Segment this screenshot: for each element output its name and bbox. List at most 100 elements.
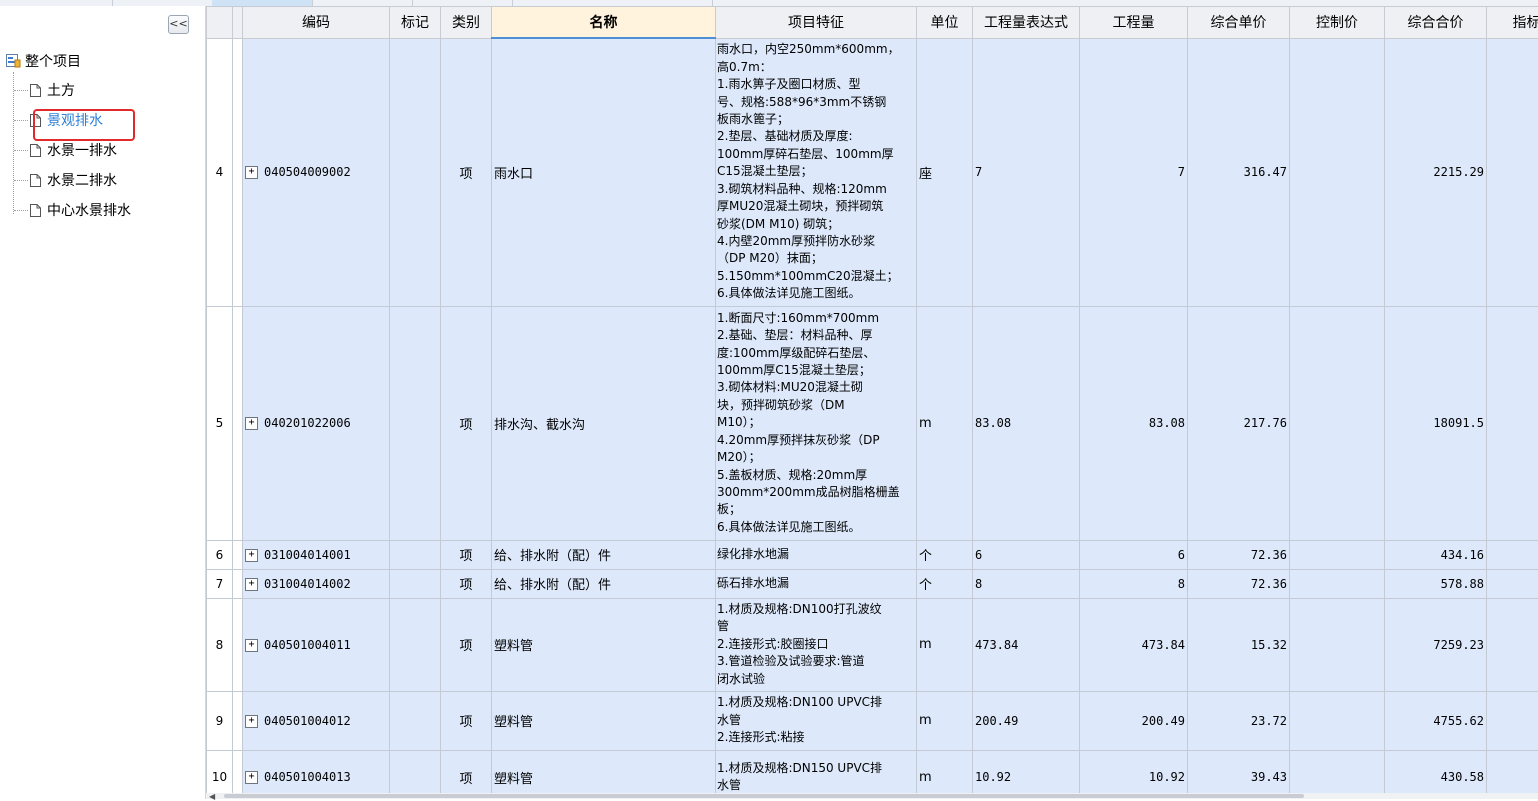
- expand-row-icon[interactable]: +: [245, 639, 258, 652]
- header-unit[interactable]: 单位: [917, 7, 973, 39]
- cell-name[interactable]: 塑料管: [492, 750, 716, 793]
- cell-unit-price[interactable]: 316.47: [1188, 38, 1290, 306]
- cell-code[interactable]: +031004014001: [243, 540, 390, 569]
- cell-mark[interactable]: [390, 691, 441, 750]
- expand-row-icon[interactable]: +: [245, 417, 258, 430]
- cell-control-price[interactable]: [1290, 540, 1385, 569]
- header-code[interactable]: 编码: [243, 7, 390, 39]
- cell-unit-price[interactable]: 39.43: [1188, 750, 1290, 793]
- cell-indicator[interactable]: [1487, 540, 1538, 569]
- cell-feature[interactable]: 绿化排水地漏: [716, 540, 917, 569]
- cell-indicator[interactable]: [1487, 691, 1538, 750]
- tree-item-earthwork[interactable]: 土方: [14, 79, 75, 101]
- cell-total-price[interactable]: 430.58: [1385, 750, 1487, 793]
- cell-indicator[interactable]: [1487, 750, 1538, 793]
- cell-unit-price[interactable]: 72.36: [1188, 569, 1290, 598]
- cell-feature[interactable]: 1.材质及规格:DN150 UPVC排水管: [716, 750, 917, 793]
- table-row[interactable]: 8+040501004011项塑料管1.材质及规格:DN100打孔波纹管2.连接…: [207, 598, 1538, 691]
- cell-control-price[interactable]: [1290, 569, 1385, 598]
- table-row[interactable]: 9+040501004012项塑料管1.材质及规格:DN100 UPVC排水管2…: [207, 691, 1538, 750]
- cell-type[interactable]: 项: [441, 306, 492, 540]
- cell-indicator[interactable]: [1487, 306, 1538, 540]
- header-control-price[interactable]: 控制价: [1290, 7, 1385, 39]
- cell-type[interactable]: 项: [441, 540, 492, 569]
- cell-unit-price[interactable]: 217.76: [1188, 306, 1290, 540]
- cell-quantity-expression[interactable]: 83.08: [973, 306, 1080, 540]
- header-name[interactable]: 名称: [492, 7, 716, 39]
- cell-type[interactable]: 项: [441, 38, 492, 306]
- cell-control-price[interactable]: [1290, 38, 1385, 306]
- cell-control-price[interactable]: [1290, 691, 1385, 750]
- cell-control-price[interactable]: [1290, 598, 1385, 691]
- cell-quantity[interactable]: 83.08: [1080, 306, 1188, 540]
- expand-row-icon[interactable]: +: [245, 771, 258, 784]
- cell-mark[interactable]: [390, 569, 441, 598]
- tree-item-waterscape-2-drainage[interactable]: 水景二排水: [14, 169, 117, 191]
- cell-code[interactable]: +040501004013: [243, 750, 390, 793]
- cell-unit[interactable]: m: [917, 598, 973, 691]
- cell-feature[interactable]: 1.材质及规格:DN100 UPVC排水管2.连接形式:粘接: [716, 691, 917, 750]
- cell-unit[interactable]: 个: [917, 540, 973, 569]
- cell-quantity-expression[interactable]: 6: [973, 540, 1080, 569]
- cell-unit-price[interactable]: 15.32: [1188, 598, 1290, 691]
- cell-type[interactable]: 项: [441, 750, 492, 793]
- cell-total-price[interactable]: 434.16: [1385, 540, 1487, 569]
- cell-quantity[interactable]: 6: [1080, 540, 1188, 569]
- cell-unit[interactable]: 座: [917, 38, 973, 306]
- cell-quantity[interactable]: 7: [1080, 38, 1188, 306]
- scrollbar-thumb[interactable]: [224, 794, 1304, 798]
- cell-unit[interactable]: 个: [917, 569, 973, 598]
- cell-unit[interactable]: m: [917, 750, 973, 793]
- cell-quantity[interactable]: 200.49: [1080, 691, 1188, 750]
- cell-quantity-expression[interactable]: 200.49: [973, 691, 1080, 750]
- cell-code[interactable]: +040501004011: [243, 598, 390, 691]
- cell-mark[interactable]: [390, 540, 441, 569]
- cell-control-price[interactable]: [1290, 306, 1385, 540]
- cell-total-price[interactable]: 2215.29: [1385, 38, 1487, 306]
- header-indicator[interactable]: 指标: [1487, 7, 1538, 39]
- cell-unit-price[interactable]: 72.36: [1188, 540, 1290, 569]
- cell-quantity[interactable]: 8: [1080, 569, 1188, 598]
- cell-name[interactable]: 排水沟、截水沟: [492, 306, 716, 540]
- cell-total-price[interactable]: 578.88: [1385, 569, 1487, 598]
- cell-type[interactable]: 项: [441, 691, 492, 750]
- cell-quantity-expression[interactable]: 10.92: [973, 750, 1080, 793]
- cell-total-price[interactable]: 18091.5: [1385, 306, 1487, 540]
- scroll-left-icon[interactable]: ◀: [209, 792, 215, 801]
- cell-code[interactable]: +031004014002: [243, 569, 390, 598]
- cell-total-price[interactable]: 7259.23: [1385, 598, 1487, 691]
- tree-item-center-waterscape-drainage[interactable]: 中心水景排水: [14, 199, 131, 221]
- cell-unit[interactable]: m: [917, 691, 973, 750]
- table-row[interactable]: 7+031004014002项给、排水附（配）件砾石排水地漏个8872.3657…: [207, 569, 1538, 598]
- header-unit-price[interactable]: 综合单价: [1188, 7, 1290, 39]
- header-mark[interactable]: 标记: [390, 7, 441, 39]
- cell-feature[interactable]: 砾石排水地漏: [716, 569, 917, 598]
- table-row[interactable]: 5+040201022006项排水沟、截水沟1.断面尺寸:160mm*700mm…: [207, 306, 1538, 540]
- cell-feature[interactable]: 1.断面尺寸:160mm*700mm2.基础、垫层：材料品种、厚度:100mm厚…: [716, 306, 917, 540]
- cell-total-price[interactable]: 4755.62: [1385, 691, 1487, 750]
- cell-mark[interactable]: [390, 750, 441, 793]
- tree-root-whole-project[interactable]: 整个项目: [6, 50, 81, 72]
- cell-code[interactable]: +040501004012: [243, 691, 390, 750]
- tree-item-waterscape-1-drainage[interactable]: 水景一排水: [14, 139, 117, 161]
- header-type[interactable]: 类别: [441, 7, 492, 39]
- cell-name[interactable]: 塑料管: [492, 598, 716, 691]
- cell-mark[interactable]: [390, 598, 441, 691]
- expand-row-icon[interactable]: +: [245, 166, 258, 179]
- cell-name[interactable]: 雨水口: [492, 38, 716, 306]
- cell-code[interactable]: +040504009002: [243, 38, 390, 306]
- cell-indicator[interactable]: [1487, 598, 1538, 691]
- cell-quantity-expression[interactable]: 8: [973, 569, 1080, 598]
- cell-mark[interactable]: [390, 38, 441, 306]
- table-row[interactable]: 6+031004014001项给、排水附（配）件绿化排水地漏个6672.3643…: [207, 540, 1538, 569]
- horizontal-scrollbar[interactable]: ◀: [206, 793, 1538, 799]
- header-quantity[interactable]: 工程量: [1080, 7, 1188, 39]
- header-quantity-expression[interactable]: 工程量表达式: [973, 7, 1080, 39]
- cell-code[interactable]: +040201022006: [243, 306, 390, 540]
- cell-name[interactable]: 给、排水附（配）件: [492, 540, 716, 569]
- cell-type[interactable]: 项: [441, 598, 492, 691]
- cell-unit-price[interactable]: 23.72: [1188, 691, 1290, 750]
- cell-feature[interactable]: 1.材质及规格:DN100打孔波纹管2.连接形式:胶圈接口3.管道检验及试验要求…: [716, 598, 917, 691]
- cell-type[interactable]: 项: [441, 569, 492, 598]
- cell-mark[interactable]: [390, 306, 441, 540]
